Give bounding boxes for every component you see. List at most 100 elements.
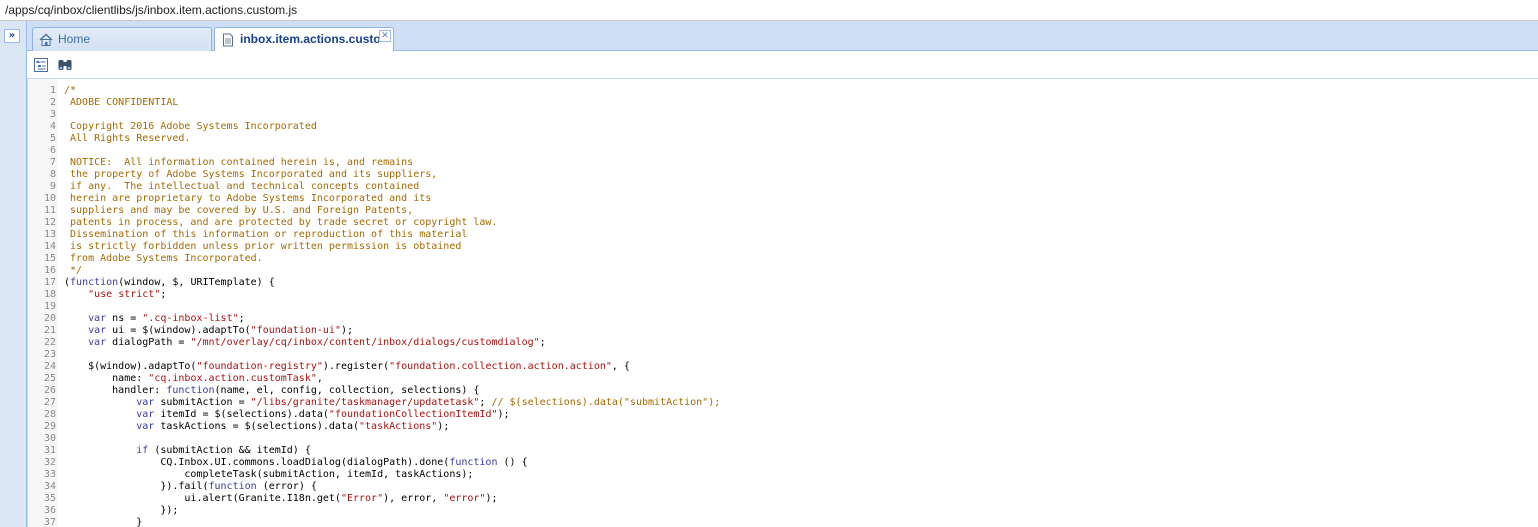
code-line: 23 — [28, 349, 1528, 361]
code-line: 1 /* — [28, 85, 1528, 97]
code-line: 3 — [28, 109, 1528, 121]
code-line: 5 All Rights Reserved. — [28, 133, 1528, 145]
code-text: NOTICE: All information contained herein… — [64, 157, 414, 168]
code-text: from Adobe Systems Incorporated. — [64, 253, 263, 264]
code-line: 24 $(window).adaptTo("foundation-registr… — [28, 361, 1528, 373]
file-icon — [221, 32, 235, 47]
code-line: 30 — [28, 433, 1528, 445]
code-text: var submitAction = "/libs/granite/taskma… — [136, 397, 721, 408]
code-line: 29 var taskActions = $(selections).data(… — [28, 421, 1528, 433]
code-line: 35 ui.alert(Granite.I18n.get("Error"), e… — [28, 493, 1528, 505]
code-line: 11 suppliers and may be covered by U.S. … — [28, 205, 1528, 217]
tab-active-file[interactable]: inbox.item.actions.custo ✕ — [214, 27, 394, 52]
code-text: if (submitAction && itemId) { — [136, 445, 311, 456]
tab-home-label: Home — [58, 32, 91, 46]
line-number: 3 — [49, 109, 56, 120]
code-line: 28 var itemId = $(selections).data("foun… — [28, 409, 1528, 421]
code-text: }).fail(function (error) { — [64, 481, 317, 492]
line-number: 4 — [49, 121, 56, 132]
line-number: 16 — [43, 265, 56, 276]
left-collapsed-panel: » — [0, 21, 27, 527]
code-line: 4 Copyright 2016 Adobe Systems Incorpora… — [28, 121, 1528, 133]
code-text: name: "cq.inbox.action.customTask", — [64, 373, 323, 384]
line-number: 22 — [43, 337, 56, 348]
code-line: 37 } — [28, 517, 1528, 527]
code-line: 27 var submitAction = "/libs/granite/tas… — [28, 397, 1528, 409]
code-text: is strictly forbidden unless prior writt… — [64, 241, 462, 252]
code-text: var ui = $(window).adaptTo("foundation-u… — [88, 325, 354, 336]
code-text: }); — [64, 505, 179, 516]
code-text: Dissemination of this information or rep… — [64, 229, 468, 240]
tab-file-label: inbox.item.actions.custo — [240, 32, 381, 46]
code-text: handler: function(name, el, config, coll… — [64, 385, 480, 396]
code-line: 8 the property of Adobe Systems Incorpor… — [28, 169, 1528, 181]
code-line: 26 handler: function(name, el, config, c… — [28, 385, 1528, 397]
tab-strip: Home inbox.item.actions.custo ✕ — [27, 21, 1538, 52]
line-number: 6 — [49, 145, 56, 156]
line-number: 33 — [43, 469, 56, 480]
line-number: 12 — [43, 217, 56, 228]
code-text: var ns = ".cq-inbox-list"; — [88, 313, 245, 324]
line-number: 19 — [43, 301, 56, 312]
close-tab-icon[interactable]: ✕ — [379, 30, 391, 42]
line-number: 25 — [43, 373, 56, 384]
editor-toolbar — [27, 51, 1538, 79]
code-line: 15 from Adobe Systems Incorporated. — [28, 253, 1528, 265]
code-line: 12 patents in process, and are protected… — [28, 217, 1528, 229]
line-number: 20 — [43, 313, 56, 324]
line-number: 23 — [43, 349, 56, 360]
line-number: 37 — [43, 517, 56, 527]
code-line: 14 is strictly forbidden unless prior wr… — [28, 241, 1528, 253]
code-text: } — [64, 517, 143, 527]
code-line: 17 (function(window, $, URITemplate) { — [28, 277, 1528, 289]
code-line: 16 */ — [28, 265, 1528, 277]
code-text: $(window).adaptTo("foundation-registry")… — [64, 361, 630, 372]
code-text: var itemId = $(selections).data("foundat… — [136, 409, 510, 420]
code-line: 18 "use strict"; — [28, 289, 1528, 301]
code-line: 6 — [28, 145, 1528, 157]
code-text: Copyright 2016 Adobe Systems Incorporate… — [64, 121, 317, 132]
line-number: 28 — [43, 409, 56, 420]
line-number: 1 — [49, 85, 56, 96]
outline-icon[interactable] — [33, 57, 49, 73]
code-text: herein are proprietary to Adobe Systems … — [64, 193, 432, 204]
line-number: 35 — [43, 493, 56, 504]
code-text: All Rights Reserved. — [64, 133, 191, 144]
code-text: patents in process, and are protected by… — [64, 217, 498, 228]
code-line: 25 name: "cq.inbox.action.customTask", — [28, 373, 1528, 385]
line-number: 34 — [43, 481, 56, 492]
line-number: 30 — [43, 433, 56, 444]
code-line: 19 — [28, 301, 1528, 313]
code-line: 10 herein are proprietary to Adobe Syste… — [28, 193, 1528, 205]
code-editor[interactable]: 1 /* 2 ADOBE CONFIDENTIAL 3 4 Copyright 2016… — [27, 79, 1538, 527]
expand-panel-icon[interactable]: » — [4, 29, 20, 43]
code-line: 31 if (submitAction && itemId) { — [28, 445, 1528, 457]
binoculars-icon[interactable] — [57, 57, 73, 73]
code-line: 21 var ui = $(window).adaptTo("foundatio… — [28, 325, 1528, 337]
code-text: /* — [64, 85, 77, 96]
code-text: if any. The intellectual and technical c… — [64, 181, 420, 192]
line-number: 14 — [43, 241, 56, 252]
line-number: 13 — [43, 229, 56, 240]
code-line: 34 }).fail(function (error) { — [28, 481, 1528, 493]
line-number: 10 — [43, 193, 56, 204]
line-number: 8 — [49, 169, 56, 180]
line-number: 36 — [43, 505, 56, 516]
code-text: ADOBE CONFIDENTIAL — [64, 97, 179, 108]
code-text: completeTask(submitAction, itemId, taskA… — [64, 469, 474, 480]
file-path: /apps/cq/inbox/clientlibs/js/inbox.item.… — [5, 3, 298, 17]
code-line: 22 var dialogPath = "/mnt/overlay/cq/inb… — [28, 337, 1528, 349]
tab-home[interactable]: Home — [32, 27, 212, 51]
code-line: 7 NOTICE: All information contained here… — [28, 157, 1528, 169]
line-number: 2 — [49, 97, 56, 108]
line-number: 17 — [43, 277, 56, 288]
line-number: 11 — [43, 205, 56, 216]
line-number: 32 — [43, 457, 56, 468]
line-number: 7 — [49, 157, 56, 168]
line-number: 5 — [49, 133, 56, 144]
code-line: 33 completeTask(submitAction, itemId, ta… — [28, 469, 1528, 481]
line-number: 21 — [43, 325, 56, 336]
code-text: suppliers and may be covered by U.S. and… — [64, 205, 414, 216]
line-number: 31 — [43, 445, 56, 456]
code-text: */ — [64, 265, 83, 276]
